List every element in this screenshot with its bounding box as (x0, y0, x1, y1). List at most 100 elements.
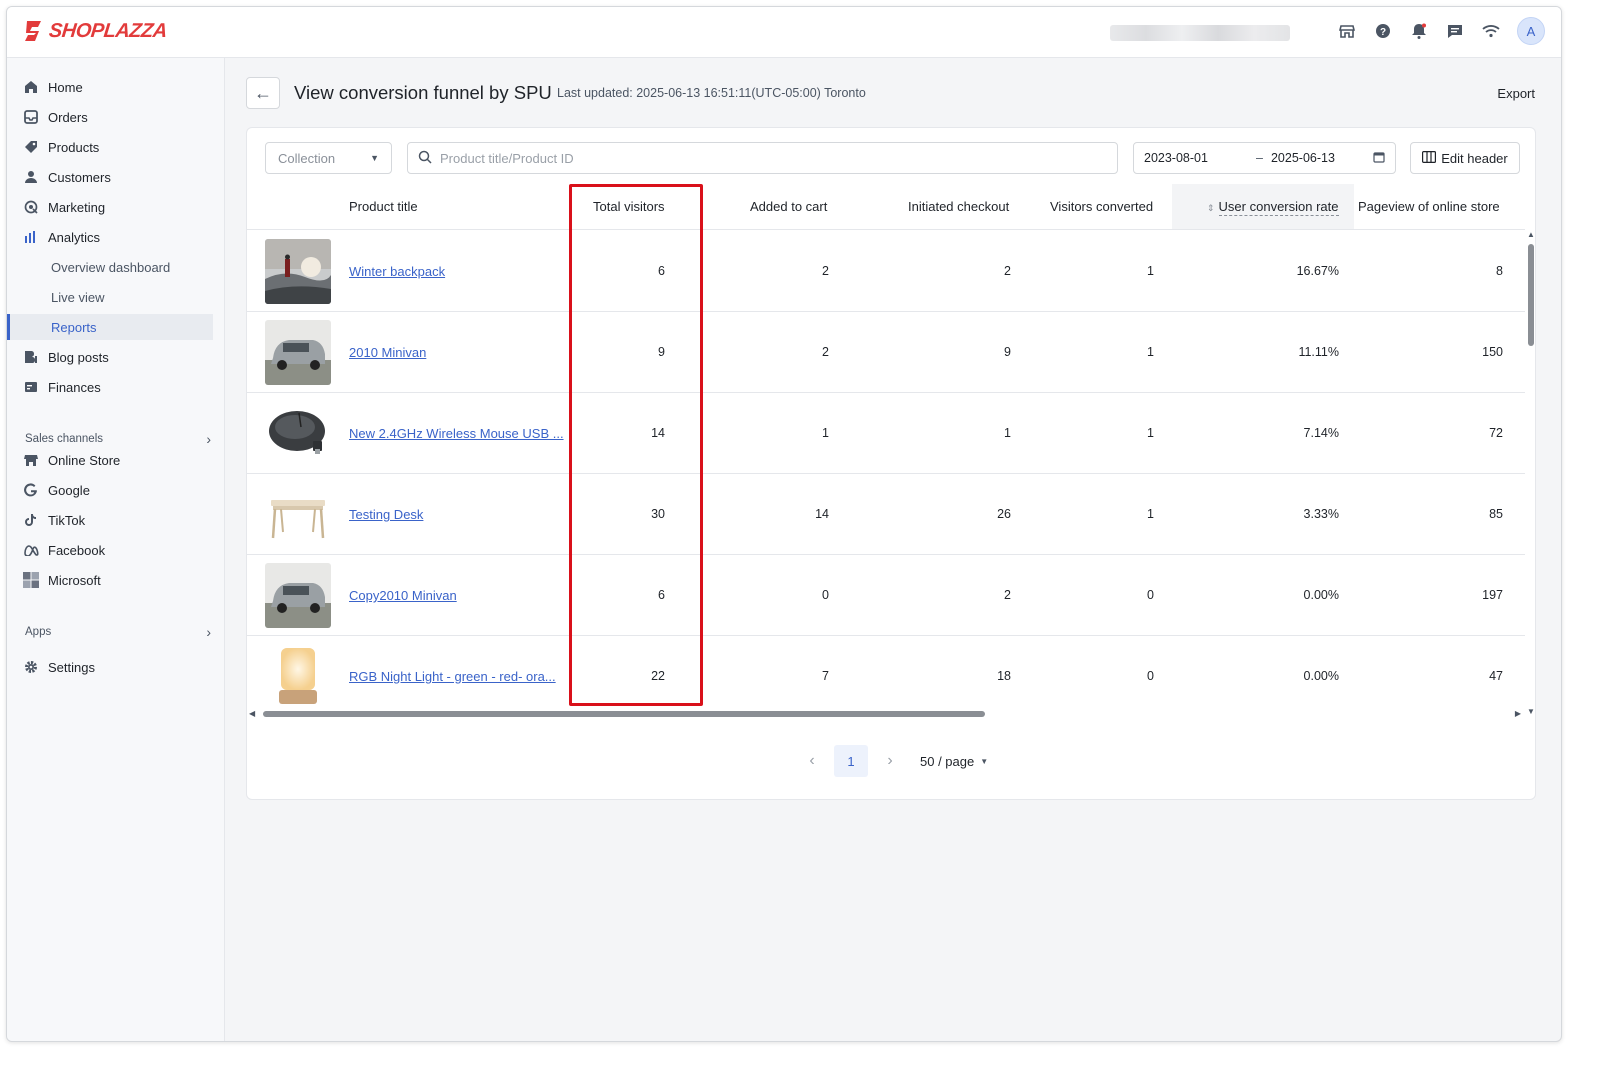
column-header-product-title[interactable]: Product title (349, 199, 418, 214)
sidebar-item-marketing[interactable]: Marketing (7, 194, 213, 220)
sidebar-item-live-view[interactable]: Live view (7, 284, 213, 310)
vertical-scrollbar[interactable]: ▲ ▼ (1527, 230, 1535, 716)
column-header-pageviews[interactable]: Pageview of online store (1358, 199, 1500, 214)
sidebar-item-google[interactable]: Google (7, 477, 213, 503)
added-to-cart-cell: 14 (815, 507, 829, 521)
date-range-picker[interactable]: 2023-08-01 – 2025-06-13 (1133, 142, 1396, 174)
top-bar: SHOPLAZZA ? A (7, 7, 1561, 58)
sidebar-item-products[interactable]: Products (7, 134, 213, 160)
sidebar-item-reports[interactable]: Reports (7, 314, 213, 340)
sidebar-item-label: Overview dashboard (51, 259, 171, 275)
column-header-total-visitors[interactable]: Total visitors (593, 199, 665, 214)
sidebar-item-label: Orders (48, 109, 88, 125)
back-button[interactable]: ← (246, 77, 280, 109)
sidebar-item-tiktok[interactable]: TikTok (7, 507, 213, 533)
product-title-link[interactable]: 2010 Minivan (349, 345, 426, 360)
product-thumbnail (265, 563, 331, 628)
product-title-link[interactable]: Winter backpack (349, 264, 445, 279)
google-icon (23, 482, 39, 498)
sidebar-item-overview-dashboard[interactable]: Overview dashboard (7, 254, 213, 280)
initiated-checkout-cell: 1 (1004, 426, 1011, 440)
added-to-cart-cell: 2 (822, 345, 829, 359)
date-end[interactable]: 2025-06-13 (1271, 151, 1335, 165)
store-icon[interactable] (1337, 21, 1357, 41)
store-switcher[interactable] (1110, 25, 1290, 41)
product-title-link[interactable]: Testing Desk (349, 507, 423, 522)
svg-text:?: ? (1380, 27, 1386, 38)
help-icon[interactable]: ? (1373, 21, 1393, 41)
sidebar-item-label: Google (48, 482, 90, 498)
table-row: Copy2010 Minivan 6 0 2 0 0.00% 197 (247, 555, 1525, 636)
avatar[interactable]: A (1517, 17, 1545, 45)
page-number-button[interactable]: 1 (834, 745, 868, 777)
caret-down-icon: ▼ (370, 153, 379, 163)
added-to-cart-cell: 2 (822, 264, 829, 278)
pageviews-cell: 8 (1496, 264, 1503, 278)
total-visitors-cell: 6 (658, 264, 665, 278)
horizontal-scrollbar[interactable]: ◀ ▶ (249, 709, 1525, 719)
store-icon (23, 452, 39, 468)
sales-channels-header[interactable]: Sales channels › (25, 431, 211, 447)
pageviews-cell: 85 (1489, 507, 1503, 521)
visitors-converted-cell: 0 (1147, 669, 1154, 683)
sidebar-item-home[interactable]: Home (7, 74, 213, 100)
sidebar-item-settings[interactable]: Settings (7, 654, 213, 680)
sidebar-item-blog-posts[interactable]: Blog posts (7, 344, 213, 370)
blog-icon (23, 349, 39, 365)
chevron-right-icon: › (206, 624, 211, 640)
conversion-rate-cell: 3.33% (1303, 507, 1339, 521)
sidebar-item-facebook[interactable]: Facebook (7, 537, 213, 563)
prev-page-button[interactable]: ‹ (800, 745, 824, 777)
home-icon (23, 79, 39, 95)
product-thumbnail (265, 320, 331, 385)
edit-header-button[interactable]: Edit header (1410, 142, 1520, 174)
pageviews-cell: 72 (1489, 426, 1503, 440)
shoplazza-logo-icon (25, 21, 41, 41)
product-title-link[interactable]: Copy2010 Minivan (349, 588, 457, 603)
export-button[interactable]: Export (1497, 86, 1535, 101)
added-to-cart-cell: 7 (822, 669, 829, 683)
column-header-initiated-checkout[interactable]: Initiated checkout (908, 199, 1009, 214)
scroll-down-arrow-icon[interactable]: ▼ (1527, 707, 1535, 716)
conversion-rate-cell: 0.00% (1303, 588, 1339, 602)
sidebar-item-label: Marketing (48, 199, 106, 215)
gear-icon (23, 659, 39, 675)
horizontal-scrollbar-thumb[interactable] (263, 711, 985, 717)
sidebar-item-orders[interactable]: Orders (7, 104, 213, 130)
visitors-converted-cell: 0 (1147, 588, 1154, 602)
chat-icon[interactable] (1445, 21, 1465, 41)
brand-logo[interactable]: SHOPLAZZA (23, 19, 168, 43)
vertical-scrollbar-thumb[interactable] (1528, 244, 1534, 346)
pageviews-cell: 197 (1482, 588, 1503, 602)
sidebar-item-microsoft[interactable]: Microsoft (7, 567, 213, 593)
pageviews-cell: 47 (1489, 669, 1503, 683)
search-input[interactable] (440, 150, 1100, 166)
column-header-added-to-cart[interactable]: Added to cart (750, 199, 827, 214)
scroll-right-arrow-icon[interactable]: ▶ (1515, 709, 1521, 718)
sidebar: Home Orders Products Customers Marketing… (7, 58, 225, 1041)
meta-icon (23, 542, 39, 558)
brand-name: SHOPLAZZA (47, 19, 168, 42)
wifi-icon[interactable] (1481, 21, 1501, 41)
product-title-link[interactable]: RGB Night Light - green - red- ora... (349, 669, 556, 684)
sidebar-item-label: Facebook (48, 542, 106, 558)
sidebar-item-online-store[interactable]: Online Store (7, 447, 213, 473)
collection-select[interactable]: Collection ▼ (265, 142, 392, 174)
scroll-up-arrow-icon[interactable]: ▲ (1527, 230, 1535, 239)
scroll-left-arrow-icon[interactable]: ◀ (249, 709, 255, 718)
sidebar-item-customers[interactable]: Customers (7, 164, 213, 190)
sidebar-item-analytics[interactable]: Analytics (7, 224, 213, 250)
next-page-button[interactable]: › (878, 745, 902, 777)
product-title-link[interactable]: New 2.4GHz Wireless Mouse USB ... (349, 426, 564, 441)
edit-header-label: Edit header (1441, 150, 1508, 166)
date-start[interactable]: 2023-08-01 (1144, 151, 1208, 165)
page-size-select[interactable]: 50 / page ▼ (920, 754, 988, 769)
total-visitors-cell: 9 (658, 345, 665, 359)
search-icon (418, 150, 432, 167)
apps-header[interactable]: Apps › (25, 624, 211, 640)
column-header-visitors-converted[interactable]: Visitors converted (1050, 199, 1153, 214)
target-icon (23, 199, 39, 215)
sidebar-item-finances[interactable]: Finances (7, 374, 213, 400)
bell-icon[interactable] (1409, 21, 1429, 41)
column-header-user-conversion-rate[interactable]: ⇕ User conversion rate (1207, 199, 1339, 216)
